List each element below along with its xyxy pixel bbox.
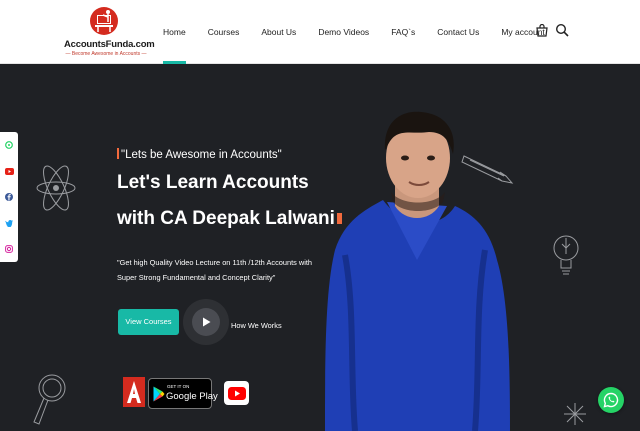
- whatsapp-icon: [603, 392, 619, 408]
- instagram-icon: [5, 245, 13, 253]
- accountsfunda-app-link[interactable]: [123, 377, 145, 407]
- google-play-caption: GET IT ON: [167, 384, 190, 389]
- view-courses-button[interactable]: View Courses: [118, 309, 179, 335]
- hero-headline-line1: Let's Learn Accounts: [117, 172, 309, 193]
- hero-section: [0, 65, 640, 431]
- twitter-link[interactable]: [0, 210, 18, 236]
- brand-tagline: — Become Awesome in Accounts —: [65, 51, 147, 57]
- facebook-link[interactable]: [0, 184, 18, 210]
- google-play-label: Google Play: [166, 391, 218, 402]
- brand-logo[interactable]: AccountsFunda.com — Become Awesome in Ac…: [64, 6, 155, 60]
- whatsapp-chat-button[interactable]: [598, 387, 624, 413]
- social-sidebar: [0, 132, 18, 262]
- twitter-icon: [5, 219, 13, 227]
- site-header: AccountsFunda.com — Become Awesome in Ac…: [0, 0, 640, 64]
- sparkle-doodle-icon: [564, 403, 586, 425]
- search-icon[interactable]: [555, 23, 569, 37]
- atom-doodle-icon: [36, 165, 76, 211]
- whatsapp-icon: [5, 141, 13, 149]
- play-video-button[interactable]: [192, 308, 220, 336]
- play-icon: [202, 317, 210, 327]
- logo-mark-icon: [90, 7, 118, 35]
- youtube-link[interactable]: [0, 158, 18, 184]
- hero-headline-line2-text: with CA Deepak Lalwani: [117, 208, 335, 229]
- youtube-channel-link[interactable]: [224, 381, 249, 405]
- main-nav: Home Courses About Us Demo Videos FAQ`s …: [163, 0, 567, 64]
- hero-tagline: "Lets be Awesome in Accounts": [117, 148, 282, 161]
- nav-contact-us[interactable]: Contact Us: [437, 0, 479, 64]
- bulb-doodle-icon: [553, 235, 579, 275]
- youtube-icon: [227, 386, 246, 400]
- instagram-link[interactable]: [0, 236, 18, 262]
- magnifier-doodle-icon: [33, 374, 66, 425]
- nav-faqs[interactable]: FAQ`s: [391, 0, 415, 64]
- tagline-accent-bar: [117, 148, 119, 159]
- facebook-icon: [5, 193, 13, 201]
- hero-headline-line2: with CA Deepak Lalwani: [117, 208, 342, 230]
- nav-courses[interactable]: Courses: [208, 0, 240, 64]
- youtube-icon: [4, 167, 14, 175]
- hero-description: "Get high Quality Video Lecture on 11th …: [117, 258, 313, 282]
- nav-demo-videos[interactable]: Demo Videos: [318, 0, 369, 64]
- nav-home[interactable]: Home: [163, 0, 186, 64]
- accountsfunda-app-icon: [127, 381, 141, 403]
- cart-icon[interactable]: [535, 24, 549, 38]
- brand-name: AccountsFunda.com: [64, 39, 155, 50]
- hero-tagline-text: "Lets be Awesome in Accounts": [121, 149, 282, 161]
- how-we-works-link[interactable]: How We Works: [231, 321, 282, 330]
- google-play-icon: [153, 386, 165, 402]
- whatsapp-link[interactable]: [0, 132, 18, 158]
- instructor-photo: [325, 111, 510, 431]
- nav-about-us[interactable]: About Us: [261, 0, 296, 64]
- google-play-button[interactable]: GET IT ON Google Play: [148, 378, 218, 409]
